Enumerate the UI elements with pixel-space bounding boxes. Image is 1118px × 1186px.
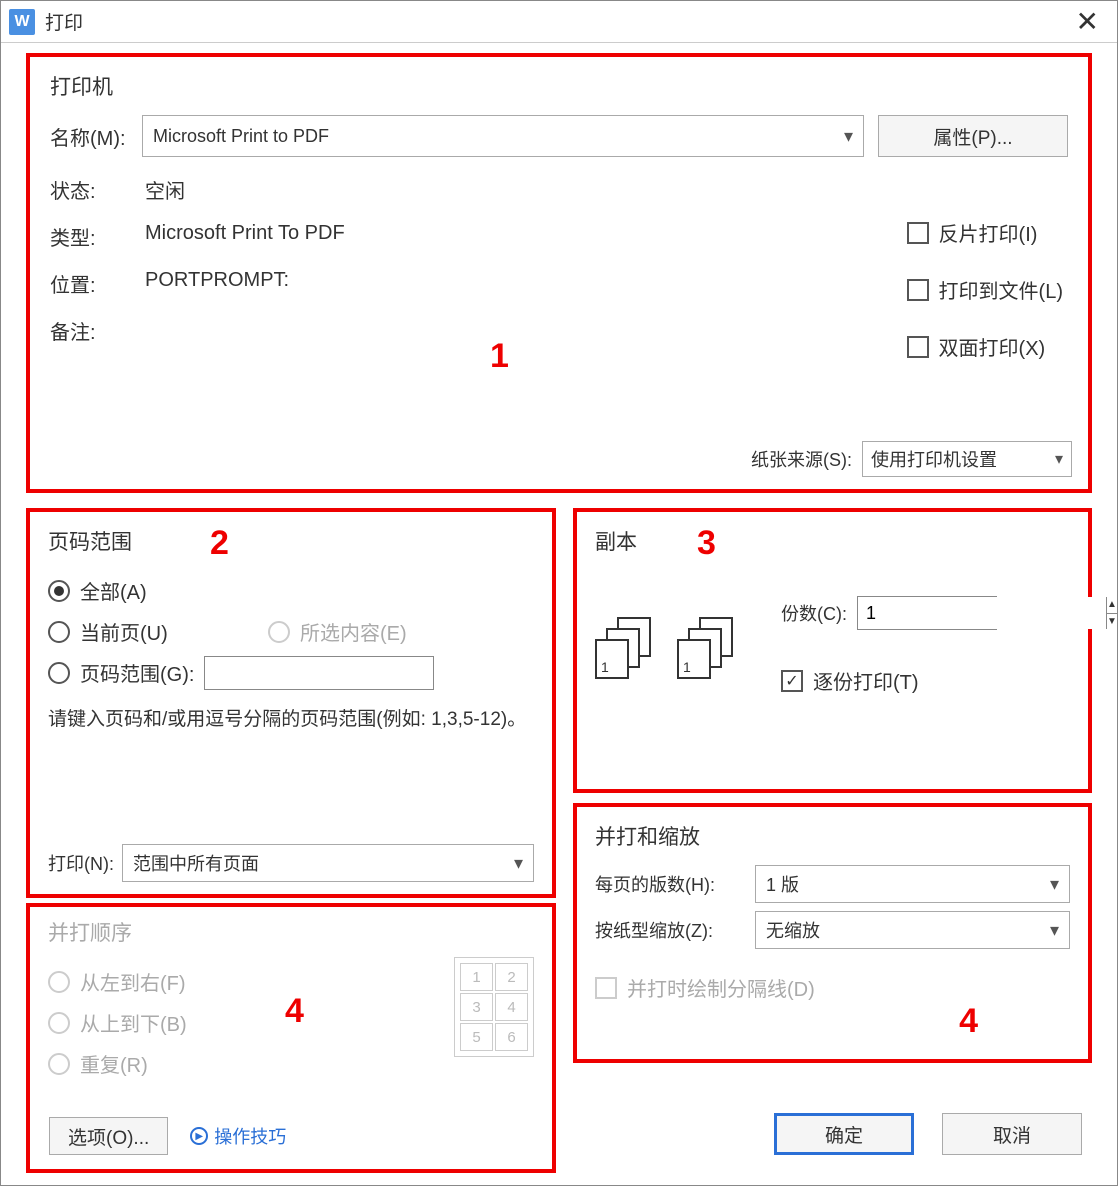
per-sheet-label: 每页的版数(H): xyxy=(595,871,755,897)
page-range-hint: 请键入页码和/或用逗号分隔的页码范围(例如: 1,3,5-12)。 xyxy=(48,705,534,735)
print-what-value: 范围中所有页面 xyxy=(133,850,259,876)
printer-section: 打印机 名称(M): Microsoft Print to PDF 属性(P).… xyxy=(26,53,1092,493)
page-range-heading: 页码范围 xyxy=(48,526,534,556)
collate-icon: 321 321 xyxy=(595,617,741,681)
dialog-title: 打印 xyxy=(45,8,1066,35)
status-label: 状态: xyxy=(50,175,145,204)
range-all-radio[interactable]: 全部(A) xyxy=(48,576,147,605)
tips-link[interactable]: ▶ 操作技巧 xyxy=(190,1123,286,1149)
scaling-heading: 并打和缩放 xyxy=(595,821,1070,851)
order-ltr-radio: 从左到右(F) xyxy=(48,967,186,996)
app-icon: W xyxy=(9,9,35,35)
draw-border-checkbox: 并打时绘制分隔线(D) xyxy=(595,973,815,1002)
properties-button[interactable]: 属性(P)... xyxy=(878,115,1068,157)
invert-print-checkbox[interactable]: 反片打印(I) xyxy=(907,218,1063,247)
ok-button[interactable]: 确定 xyxy=(774,1113,914,1155)
type-label: 类型: xyxy=(50,222,145,251)
range-selection-radio: 所选内容(E) xyxy=(268,617,407,646)
per-sheet-value: 1 版 xyxy=(766,871,799,897)
scale-dropdown[interactable]: 无缩放 xyxy=(755,911,1070,949)
page-range-section: 页码范围 全部(A) 当前页(U) 所选内容(E) 页码范围(G): 请键入页码… xyxy=(26,508,556,898)
play-icon: ▶ xyxy=(190,1127,208,1145)
print-what-label: 打印(N): xyxy=(48,850,114,876)
order-ttb-radio: 从上到下(B) xyxy=(48,1008,187,1037)
copies-heading: 副本 xyxy=(595,526,1070,556)
annotation-2: 2 xyxy=(210,524,229,563)
titlebar: W 打印 ✕ xyxy=(1,1,1117,43)
paper-source-dropdown[interactable]: 使用打印机设置 xyxy=(862,441,1072,477)
close-icon[interactable]: ✕ xyxy=(1066,5,1109,38)
order-repeat-radio: 重复(R) xyxy=(48,1049,148,1078)
options-button[interactable]: 选项(O)... xyxy=(49,1117,168,1155)
annotation-4b: 4 xyxy=(959,1002,978,1041)
spin-down-icon[interactable]: ▼ xyxy=(1107,614,1117,630)
copies-section: 副本 321 321 份数(C): ▲▼ xyxy=(573,508,1092,793)
scale-label: 按纸型缩放(Z): xyxy=(595,917,755,943)
printer-name-label: 名称(M): xyxy=(50,122,142,151)
printer-heading: 打印机 xyxy=(50,71,1068,101)
annotation-4a: 4 xyxy=(285,992,304,1031)
spin-up-icon[interactable]: ▲ xyxy=(1107,597,1117,614)
page-range-input[interactable] xyxy=(204,656,434,690)
annotation-3: 3 xyxy=(697,524,716,563)
print-to-file-checkbox[interactable]: 打印到文件(L) xyxy=(907,275,1063,304)
status-value: 空闲 xyxy=(145,175,1068,204)
printer-name-dropdown[interactable]: Microsoft Print to PDF xyxy=(142,115,864,157)
range-pages-radio[interactable]: 页码范围(G): xyxy=(48,658,194,687)
copies-spinner[interactable]: ▲▼ xyxy=(857,596,997,630)
range-current-radio[interactable]: 当前页(U) xyxy=(48,617,268,646)
scaling-section: 并打和缩放 每页的版数(H): 1 版 按纸型缩放(Z): 无缩放 并打时绘制分… xyxy=(573,803,1092,1063)
duplex-checkbox[interactable]: 双面打印(X) xyxy=(907,332,1063,361)
print-dialog: W 打印 ✕ 打印机 名称(M): Microsoft Print to PDF… xyxy=(0,0,1118,1186)
collate-checkbox[interactable]: ✓逐份打印(T) xyxy=(781,666,997,695)
paper-source-value: 使用打印机设置 xyxy=(871,446,997,472)
annotation-1: 1 xyxy=(490,337,509,376)
cancel-button[interactable]: 取消 xyxy=(942,1113,1082,1155)
printer-name-value: Microsoft Print to PDF xyxy=(153,126,329,147)
per-sheet-dropdown[interactable]: 1 版 xyxy=(755,865,1070,903)
paper-source-label: 纸张来源(S): xyxy=(751,446,852,472)
order-preview-icon: 12 34 56 xyxy=(454,957,534,1057)
print-what-dropdown[interactable]: 范围中所有页面 xyxy=(122,844,534,882)
copies-input[interactable] xyxy=(858,597,1106,629)
copies-label: 份数(C): xyxy=(781,600,847,626)
location-label: 位置: xyxy=(50,269,145,298)
comment-label: 备注: xyxy=(50,316,145,345)
scale-value: 无缩放 xyxy=(766,917,820,943)
print-order-heading: 并打顺序 xyxy=(48,917,534,947)
